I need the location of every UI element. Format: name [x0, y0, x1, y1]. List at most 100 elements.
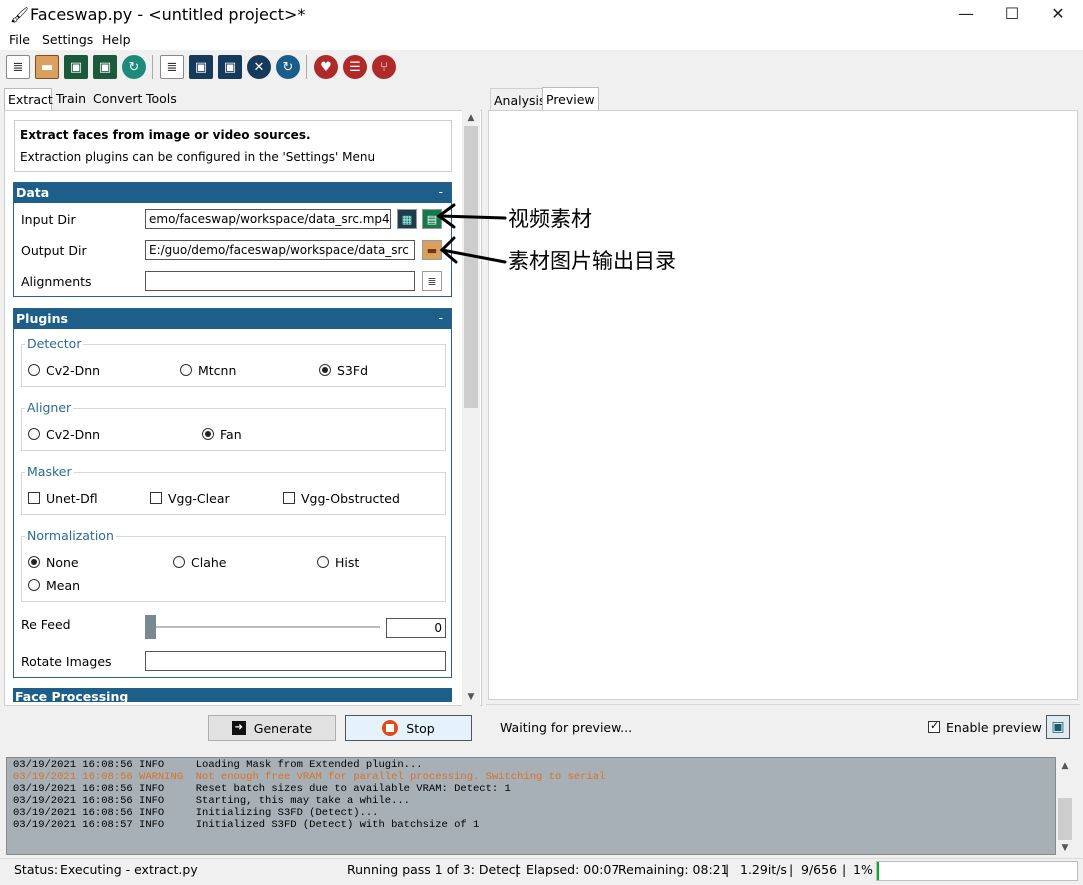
app-logo-icon: 🖌 — [10, 6, 30, 24]
status-separator: | — [789, 862, 794, 877]
git-update-icon[interactable]: ⑂ — [372, 55, 396, 79]
scrollbar-thumb[interactable] — [1058, 798, 1072, 840]
normalization-radio[interactable] — [317, 556, 329, 568]
masker-checkbox[interactable] — [283, 492, 295, 504]
face-processing-title: Face Processing — [15, 689, 129, 702]
new-project-icon[interactable]: ≣ — [160, 55, 184, 79]
normalization-radio[interactable] — [173, 556, 185, 568]
detector-radio[interactable] — [28, 364, 40, 376]
aligner-title: Aligner — [25, 400, 74, 415]
data-section-header[interactable]: Data - — [14, 183, 451, 203]
close-window-button[interactable]: ✕ — [1035, 0, 1081, 30]
normalization-radio-selected[interactable] — [28, 556, 40, 568]
tab-analysis[interactable]: Analysis — [490, 88, 550, 110]
stop-button[interactable]: Stop — [345, 715, 472, 741]
progress-bar — [876, 861, 1078, 881]
input-dir-field[interactable]: emo/faceswap/workspace/data_src.mp4 — [145, 209, 391, 229]
new-config-icon[interactable]: ≣ — [6, 55, 30, 79]
progress-fill — [877, 862, 879, 880]
save-project-icon[interactable]: ▣ — [189, 55, 213, 79]
status-label: Status: — [14, 862, 59, 877]
close-project-icon[interactable]: ✕ — [247, 55, 271, 79]
generate-icon: ➜ — [231, 721, 246, 735]
menu-help[interactable]: Help — [102, 32, 131, 47]
output-dir-label: Output Dir — [21, 243, 87, 258]
tab-tools[interactable]: Tools — [143, 88, 180, 110]
normalization-option-label: Mean — [46, 578, 81, 593]
output-arrow-line — [440, 248, 507, 264]
refresh-icon[interactable]: ↻ — [276, 55, 300, 79]
normalization-radio[interactable] — [28, 579, 40, 591]
output-dir-field[interactable]: E:/guo/demo/faceswap/workspace/data_src — [145, 240, 415, 260]
console-log-line: 03/19/2021 16:08:56 INFO Loading Mask fr… — [13, 759, 423, 771]
minimize-button[interactable]: — — [943, 0, 989, 30]
maximize-button[interactable]: ☐ — [989, 0, 1035, 30]
re-feed-label: Re Feed — [21, 617, 71, 632]
console-log-line: 03/19/2021 16:08:56 WARNING Not enough f… — [13, 771, 605, 783]
console-log-line: 03/19/2021 16:08:56 INFO Starting, this … — [13, 795, 410, 807]
aligner-radio-selected[interactable] — [202, 428, 214, 440]
reload-icon[interactable]: ↻ — [122, 55, 146, 79]
scroll-up-icon[interactable]: ▲ — [1056, 758, 1074, 774]
command-list-icon[interactable]: ☰ — [343, 55, 367, 79]
log-level: WARNING — [139, 771, 196, 783]
collapse-icon[interactable]: - — [438, 310, 443, 325]
status-remaining: Remaining: 08:21 — [618, 862, 729, 877]
tab-convert[interactable]: Convert — [90, 88, 145, 110]
detector-option-label: Cv2-Dnn — [46, 363, 101, 378]
stop-icon — [382, 720, 399, 736]
toolbar: ≣ ▬ ▣ ▣ ↻ ≣ ▣ ▣ ✕ ↻ ♥ ☰ ⑂ — [0, 50, 1083, 84]
plugins-section-header[interactable]: Plugins - — [14, 309, 451, 329]
collapse-icon[interactable]: - — [438, 184, 443, 199]
save-project-as-icon[interactable]: ▣ — [218, 55, 242, 79]
toolbar-separator — [306, 55, 307, 79]
detector-option-label: Mtcnn — [198, 363, 237, 378]
log-level: INFO — [139, 807, 196, 819]
log-message: Initializing S3FD (Detect)... — [195, 807, 379, 819]
re-feed-slider-handle[interactable] — [145, 615, 156, 639]
log-level: INFO — [139, 783, 196, 795]
rotate-images-field[interactable] — [145, 651, 446, 671]
alignments-field[interactable] — [145, 271, 415, 291]
status-pass: Running pass 1 of 3: Detect — [347, 862, 521, 877]
preview-area — [488, 110, 1078, 700]
toolbar-separator — [152, 55, 153, 79]
window-title: Faceswap.py - <untitled project>* — [30, 5, 306, 24]
re-feed-value[interactable]: 0 — [386, 618, 446, 638]
status-elapsed: Elapsed: 00:07 — [526, 862, 620, 877]
scroll-up-icon[interactable]: ▲ — [462, 110, 480, 126]
log-level: INFO — [139, 819, 196, 831]
menu-settings[interactable]: Settings — [42, 32, 93, 47]
log-message: Reset batch sizes due to available VRAM:… — [195, 783, 511, 795]
masker-title: Masker — [25, 464, 74, 479]
scroll-down-icon[interactable]: ▼ — [462, 689, 480, 705]
menu-file[interactable]: File — [9, 32, 30, 47]
save-preview-icon[interactable]: ▣ — [1046, 715, 1070, 739]
tab-preview[interactable]: Preview — [542, 87, 599, 110]
generate-button[interactable]: ➜ Generate — [208, 715, 336, 741]
aligner-radio[interactable] — [28, 428, 40, 440]
video-file-icon[interactable]: ▦ — [397, 209, 417, 229]
save-icon[interactable]: ▣ — [64, 55, 88, 79]
tab-extract[interactable]: Extract — [4, 88, 53, 110]
log-timestamp: 03/19/2021 16:08:56 — [13, 771, 140, 783]
detector-radio[interactable] — [180, 364, 192, 376]
open-folder-icon[interactable]: ▬ — [35, 55, 59, 79]
description-title: Extract faces from image or video source… — [20, 128, 311, 142]
log-message: Starting, this may take a while... — [195, 795, 410, 807]
scroll-down-icon[interactable]: ▼ — [1056, 840, 1074, 856]
save-as-icon[interactable]: ▣ — [93, 55, 117, 79]
enable-preview-checkbox[interactable]: ✓ — [928, 719, 940, 733]
log-timestamp: 03/19/2021 16:08:56 — [13, 795, 140, 807]
normalization-group — [21, 536, 446, 602]
tab-train[interactable]: Train — [53, 88, 89, 110]
rotate-images-label: Rotate Images — [21, 654, 112, 669]
detector-radio-selected[interactable] — [319, 364, 331, 376]
face-processing-header[interactable]: Face Processing — [13, 688, 452, 702]
masker-checkbox[interactable] — [28, 492, 40, 504]
preview-status: Waiting for preview... — [500, 720, 633, 735]
aligner-option-label: Cv2-Dnn — [46, 427, 101, 442]
normalization-option-label: None — [46, 555, 79, 570]
donate-icon[interactable]: ♥ — [314, 55, 338, 79]
masker-checkbox[interactable] — [150, 492, 162, 504]
